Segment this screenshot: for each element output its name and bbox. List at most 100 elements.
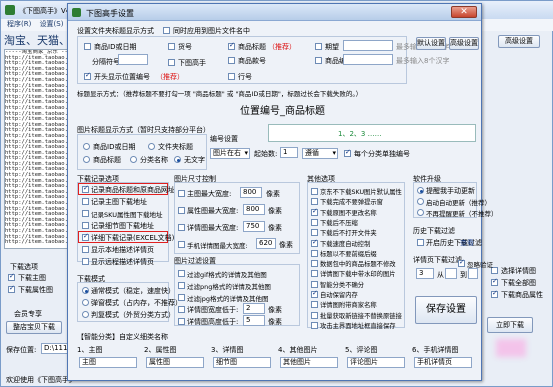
- smart-value-2[interactable]: 细节图: [213, 357, 271, 368]
- serial-check[interactable]: [84, 71, 91, 80]
- smart-value-5[interactable]: 手机详情页: [414, 357, 472, 368]
- to-input[interactable]: [468, 268, 478, 279]
- history-check[interactable]: [417, 239, 424, 246]
- other-opt-0-check[interactable]: [311, 188, 318, 195]
- download-main-check[interactable]: [8, 272, 15, 281]
- other-opt-11-check[interactable]: [311, 301, 318, 309]
- filter-h1-check[interactable]: [178, 318, 185, 325]
- other-opt-4-check[interactable]: [311, 229, 318, 237]
- organize-download-button[interactable]: 整店宝贝下载: [6, 321, 62, 334]
- opt-expect-check[interactable]: [315, 43, 322, 50]
- upgrade-1-radio[interactable]: [417, 198, 424, 205]
- size-3-input[interactable]: 620: [256, 238, 276, 249]
- history-view-link[interactable]: 查看: [460, 238, 474, 248]
- download-now-button[interactable]: 立即下载: [487, 317, 533, 333]
- opt-xiatu-check[interactable]: [168, 59, 175, 66]
- record-opt-2-check[interactable]: [82, 210, 89, 217]
- close-icon[interactable]: ✕: [451, 6, 477, 18]
- other-opt-3-check[interactable]: [311, 218, 318, 226]
- opt-expect-label: 期望: [325, 43, 339, 51]
- save-position-input[interactable]: D:\111: [41, 343, 68, 354]
- img-opt-title-radio[interactable]: [83, 156, 90, 163]
- separator-input[interactable]: [118, 54, 148, 65]
- other-opt-8-check[interactable]: [311, 270, 318, 278]
- filter-h0-input[interactable]: 2: [243, 303, 265, 314]
- size-1-check[interactable]: [178, 207, 185, 214]
- position-select[interactable]: 图片在右: [210, 148, 250, 159]
- per-cat-check[interactable]: [344, 148, 351, 157]
- opt-code-check[interactable]: [315, 57, 322, 64]
- ignore-check[interactable]: [458, 258, 465, 267]
- other-opt-2-check[interactable]: [311, 207, 318, 216]
- other-opt-5-check[interactable]: [311, 238, 318, 247]
- opt-huohao-check[interactable]: [168, 43, 175, 50]
- mode-1-radio[interactable]: [82, 299, 89, 306]
- menu-program[interactable]: 程序(R): [7, 20, 31, 28]
- code-input[interactable]: [343, 54, 393, 65]
- smart-value-3[interactable]: 其他图片: [280, 357, 338, 368]
- upgrade-2-radio[interactable]: [417, 209, 424, 216]
- size-3-check[interactable]: [178, 241, 185, 248]
- download-sku-attr-check[interactable]: [491, 289, 498, 298]
- size-2-check[interactable]: [178, 224, 185, 231]
- main-advanced-settings-button[interactable]: 高级设置: [498, 35, 540, 48]
- size-1-input[interactable]: 800: [243, 204, 265, 215]
- record-opt-4-check[interactable]: [82, 232, 89, 241]
- record-opt-0-check[interactable]: [82, 184, 89, 193]
- upgrade-0-radio[interactable]: [417, 187, 424, 194]
- url-log-area[interactable]: -----淘宝商家_京东 -------http://item.taobao.c…: [4, 49, 68, 249]
- start-input[interactable]: 1: [280, 147, 298, 158]
- record-opt-6-check[interactable]: [82, 258, 89, 265]
- img-opt-folder-radio[interactable]: [148, 143, 155, 150]
- other-opt-7-check[interactable]: [311, 260, 318, 268]
- menu-settings[interactable]: 设置(S): [40, 20, 64, 28]
- img-opt-cat-radio[interactable]: [130, 156, 137, 163]
- opt-kuanhao-check[interactable]: [228, 57, 235, 64]
- speed-input[interactable]: 3: [416, 268, 434, 279]
- apply-filename-check[interactable]: [163, 27, 170, 34]
- other-opt-1-check[interactable]: [311, 198, 318, 206]
- other-opt-9-check[interactable]: [311, 280, 318, 288]
- size-0-check[interactable]: [178, 190, 185, 197]
- size-0-input[interactable]: 800: [240, 187, 262, 198]
- smart-value-0[interactable]: 主图: [79, 357, 137, 368]
- advanced-settings-button[interactable]: 高级设置: [449, 37, 479, 50]
- other-opt-6-check[interactable]: [311, 249, 318, 257]
- other-opt-10-check[interactable]: [311, 289, 318, 298]
- smart-value-4[interactable]: 评论图片: [347, 357, 405, 368]
- download-all-check[interactable]: [491, 277, 498, 286]
- size-1-unit: 像素: [268, 207, 282, 215]
- record-opt-3-check[interactable]: [82, 222, 89, 229]
- opt-title-check[interactable]: [228, 41, 235, 50]
- mode-2-radio[interactable]: [82, 311, 89, 318]
- upgrade-2-label: 不再提醒更新（不推荐）: [426, 210, 498, 218]
- mode-0-radio[interactable]: [82, 287, 89, 294]
- opt-line-check[interactable]: [228, 73, 235, 80]
- other-opt-13-check[interactable]: [311, 321, 318, 329]
- opt-title-recommend: （推荐）: [268, 43, 296, 51]
- smart-key-1: 2、属性图: [144, 346, 177, 354]
- other-opt-2-label: 下载原图不更改名称: [320, 209, 377, 217]
- size-2-input[interactable]: 750: [243, 221, 265, 232]
- download-attr-check[interactable]: [8, 284, 15, 293]
- default-settings-button[interactable]: 默认设置: [416, 37, 446, 50]
- filter-h1-input[interactable]: 5: [243, 315, 265, 326]
- sep-select[interactable]: 遵循: [302, 148, 338, 159]
- opt-goods-id-check[interactable]: [84, 43, 91, 50]
- record-opt-1-check[interactable]: [82, 198, 89, 205]
- platform-tabs-text[interactable]: 淘宝、天猫、: [4, 32, 70, 48]
- download-main-label: 下载主图: [18, 274, 46, 282]
- img-opt-id-radio[interactable]: [83, 143, 90, 150]
- save-settings-button[interactable]: 保存设置: [415, 296, 477, 324]
- smart-value-1[interactable]: 属性图: [146, 357, 204, 368]
- smart-key-3: 4、其他图片: [278, 346, 318, 354]
- filter-0-check[interactable]: [178, 270, 185, 277]
- filter-1-check[interactable]: [178, 282, 185, 289]
- from-input[interactable]: [445, 268, 457, 279]
- start-label: 起始数:: [254, 150, 278, 158]
- img-opt-none-radio[interactable]: [174, 156, 181, 163]
- img-opt-none-label: 无文字: [184, 156, 205, 164]
- other-opt-12-check[interactable]: [311, 311, 318, 319]
- record-opt-5-check[interactable]: [82, 246, 89, 253]
- expect-input[interactable]: [343, 40, 393, 51]
